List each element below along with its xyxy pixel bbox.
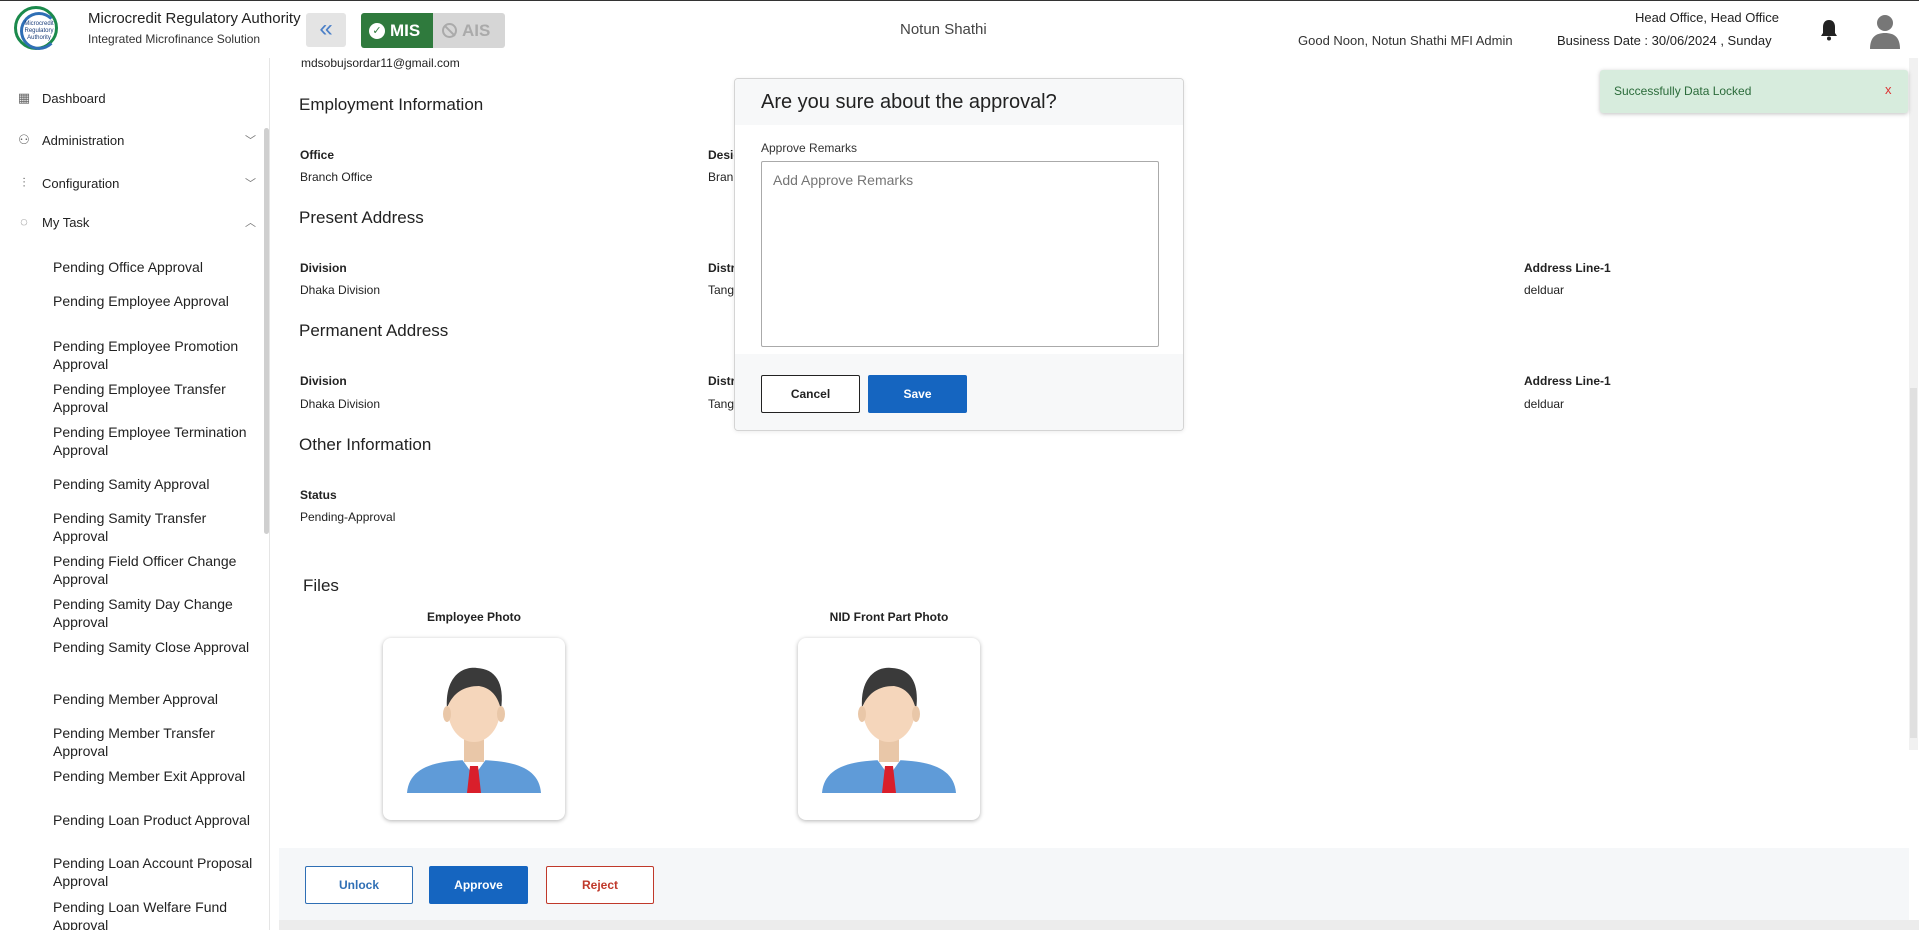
modal-title: Are you sure about the approval? bbox=[761, 91, 1057, 113]
status-label: Status bbox=[300, 488, 337, 502]
collapse-sidebar-button[interactable]: « bbox=[306, 13, 346, 47]
logo-text: Microcredit Regulatory Authority bbox=[24, 21, 54, 41]
permanent-division-label: Division bbox=[300, 374, 347, 388]
present-address-value: delduar bbox=[1524, 283, 1565, 297]
present-division-value: Dhaka Division bbox=[300, 283, 381, 297]
ais-toggle-button[interactable]: AIS bbox=[433, 13, 505, 48]
task-pending-member-exit-approval[interactable]: Pending Member Exit Approval bbox=[53, 767, 253, 785]
task-pending-office-approval[interactable]: Pending Office Approval bbox=[53, 258, 253, 276]
approve-remarks-label: Approve Remarks bbox=[761, 141, 858, 155]
approval-modal: Are you sure about the approval? Approve… bbox=[734, 78, 1184, 431]
user-avatar-icon[interactable] bbox=[1868, 13, 1902, 49]
ban-icon bbox=[442, 23, 457, 38]
mfi-name: Notun Shathi bbox=[900, 21, 987, 38]
chevron-down-icon: ﹀ bbox=[245, 135, 256, 147]
sidebar-item-administration[interactable]: ⚇ Administration ﹀ bbox=[16, 128, 256, 152]
chevron-down-icon: ﹀ bbox=[245, 178, 256, 190]
sidebar: ▦ Dashboard ⚇ Administration ﹀ ⫶ Configu… bbox=[0, 58, 270, 930]
task-pending-loan-account-proposal-approval[interactable]: Pending Loan Account Proposal Approval bbox=[53, 854, 253, 890]
org-title: Microcredit Regulatory Authority bbox=[88, 10, 301, 27]
success-toast: Successfully Data Locked x bbox=[1600, 70, 1908, 113]
toast-close-button[interactable]: x bbox=[1885, 82, 1892, 97]
top-header: Microcredit Regulatory Authority Microcr… bbox=[0, 0, 1919, 58]
business-date: Business Date : 30/06/2024 , Sunday bbox=[1557, 33, 1772, 48]
task-icon: ◌ bbox=[20, 214, 28, 229]
approve-remarks-input[interactable] bbox=[761, 161, 1159, 347]
task-pending-loan-welfare-fund-approval[interactable]: Pending Loan Welfare Fund Approval bbox=[53, 898, 253, 930]
reject-button[interactable]: Reject bbox=[546, 866, 654, 904]
section-other-information: Other Information bbox=[299, 435, 432, 454]
toast-message: Successfully Data Locked bbox=[1614, 84, 1752, 98]
sliders-icon: ⫶ bbox=[22, 175, 26, 190]
sidebar-item-my-task[interactable]: ◌ My Task ︿ bbox=[16, 210, 256, 234]
present-district-label: Distr bbox=[708, 261, 736, 275]
section-permanent-address: Permanent Address bbox=[299, 321, 449, 340]
users-icon: ⚇ bbox=[18, 132, 30, 147]
double-chevron-left-icon: « bbox=[319, 15, 333, 42]
unlock-button[interactable]: Unlock bbox=[305, 866, 413, 904]
task-pending-samity-transfer-approval[interactable]: Pending Samity Transfer Approval bbox=[53, 509, 253, 545]
permanent-division-value: Dhaka Division bbox=[300, 397, 381, 411]
permanent-district-value: Tang bbox=[708, 397, 735, 411]
task-pending-member-approval[interactable]: Pending Member Approval bbox=[53, 690, 253, 708]
greeting-text: Good Noon, Notun Shathi MFI Admin bbox=[1298, 33, 1513, 48]
nid-photo-label: NID Front Part Photo bbox=[829, 610, 949, 624]
present-address-label: Address Line-1 bbox=[1524, 261, 1611, 275]
approve-button[interactable]: Approve bbox=[429, 866, 528, 904]
office-name: Head Office, Head Office bbox=[1634, 10, 1779, 25]
task-pending-samity-day-change-approval[interactable]: Pending Samity Day Change Approval bbox=[53, 595, 253, 631]
cancel-button[interactable]: Cancel bbox=[761, 375, 860, 413]
mis-toggle-button[interactable]: ✓ MIS bbox=[361, 13, 433, 48]
sidebar-scrollbar[interactable] bbox=[264, 128, 269, 534]
sidebar-item-dashboard[interactable]: ▦ Dashboard bbox=[16, 86, 256, 110]
save-button[interactable]: Save bbox=[868, 375, 967, 413]
bell-icon[interactable] bbox=[1820, 19, 1838, 41]
task-pending-employee-transfer-approval[interactable]: Pending Employee Transfer Approval bbox=[53, 380, 253, 416]
present-division-label: Division bbox=[300, 261, 347, 275]
task-pending-member-transfer-approval[interactable]: Pending Member Transfer Approval bbox=[53, 724, 253, 760]
nid-front-photo[interactable] bbox=[798, 638, 980, 820]
permanent-address-value: delduar bbox=[1524, 397, 1565, 411]
org-subtitle: Integrated Microfinance Solution bbox=[88, 32, 261, 46]
task-pending-samity-approval[interactable]: Pending Samity Approval bbox=[53, 475, 253, 493]
employee-photo-label: Employee Photo bbox=[426, 610, 521, 624]
designation-value: Bran bbox=[708, 170, 734, 184]
person-avatar-icon bbox=[407, 667, 541, 793]
check-circle-icon: ✓ bbox=[369, 23, 385, 39]
sidebar-item-configuration[interactable]: ⫶ Configuration ﹀ bbox=[16, 171, 256, 195]
grid-icon: ▦ bbox=[17, 90, 31, 105]
section-employment-information: Employment Information bbox=[299, 95, 484, 114]
task-pending-loan-product-approval[interactable]: Pending Loan Product Approval bbox=[53, 811, 253, 829]
office-value: Branch Office bbox=[300, 170, 373, 184]
office-label: Office bbox=[300, 148, 335, 162]
task-pending-employee-approval[interactable]: Pending Employee Approval bbox=[53, 292, 253, 310]
permanent-district-label: Distr bbox=[708, 374, 736, 388]
chevron-up-icon: ︿ bbox=[245, 217, 256, 229]
status-value: Pending-Approval bbox=[300, 510, 396, 524]
person-avatar-icon bbox=[822, 667, 956, 793]
present-district-value: Tang bbox=[708, 283, 735, 297]
employee-photo[interactable] bbox=[383, 638, 565, 820]
employee-email: mdsobujsordar11@gmail.com bbox=[301, 56, 460, 70]
task-pending-field-officer-change-approval[interactable]: Pending Field Officer Change Approval bbox=[53, 552, 253, 588]
task-pending-employee-termination-approval[interactable]: Pending Employee Termination Approval bbox=[53, 423, 253, 459]
task-pending-samity-close-approval[interactable]: Pending Samity Close Approval bbox=[53, 638, 253, 656]
section-files: Files bbox=[303, 576, 339, 595]
main-scrollbar[interactable] bbox=[1909, 58, 1918, 750]
horizontal-scrollbar[interactable] bbox=[279, 920, 1919, 930]
task-pending-employee-promotion-approval[interactable]: Pending Employee Promotion Approval bbox=[53, 337, 253, 373]
section-present-address: Present Address bbox=[299, 208, 424, 227]
permanent-address-label: Address Line-1 bbox=[1524, 374, 1611, 388]
